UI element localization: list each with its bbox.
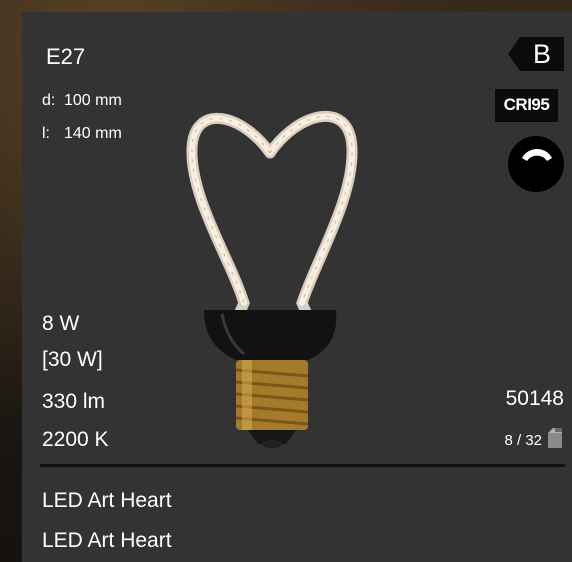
color-temperature-value: 2200 K — [42, 428, 109, 451]
length-key: l: — [42, 125, 50, 142]
cri-label: CRI95 — [503, 95, 550, 114]
product-name-secondary: LED Art Heart — [42, 529, 172, 552]
diameter-row: d: 100 mm — [42, 93, 122, 109]
diameter-value: 100 mm — [64, 92, 122, 109]
divider — [40, 464, 565, 467]
product-name: LED Art Heart — [42, 489, 172, 512]
diameter-key: d: — [42, 92, 56, 109]
heart-bulb-image — [186, 110, 358, 448]
length-value: 140 mm — [64, 125, 122, 142]
packaging-quantity: 8 / 32 — [504, 432, 542, 449]
length-row: l: 140 mm — [42, 126, 122, 142]
article-number: 50148 — [505, 387, 564, 410]
luminous-flux-value: 330 lm — [42, 390, 106, 413]
power-value: 8 W — [42, 312, 80, 335]
dimmable-icon — [508, 136, 564, 192]
box-icon — [548, 428, 562, 448]
energy-class-label: B — [532, 39, 551, 69]
equivalent-power-value: [30 W] — [42, 348, 103, 371]
socket-type: E27 — [46, 44, 86, 69]
product-card: E27 d: 100 mm l: 140 mm B CRI95 8 W [30 W] — [22, 12, 572, 562]
